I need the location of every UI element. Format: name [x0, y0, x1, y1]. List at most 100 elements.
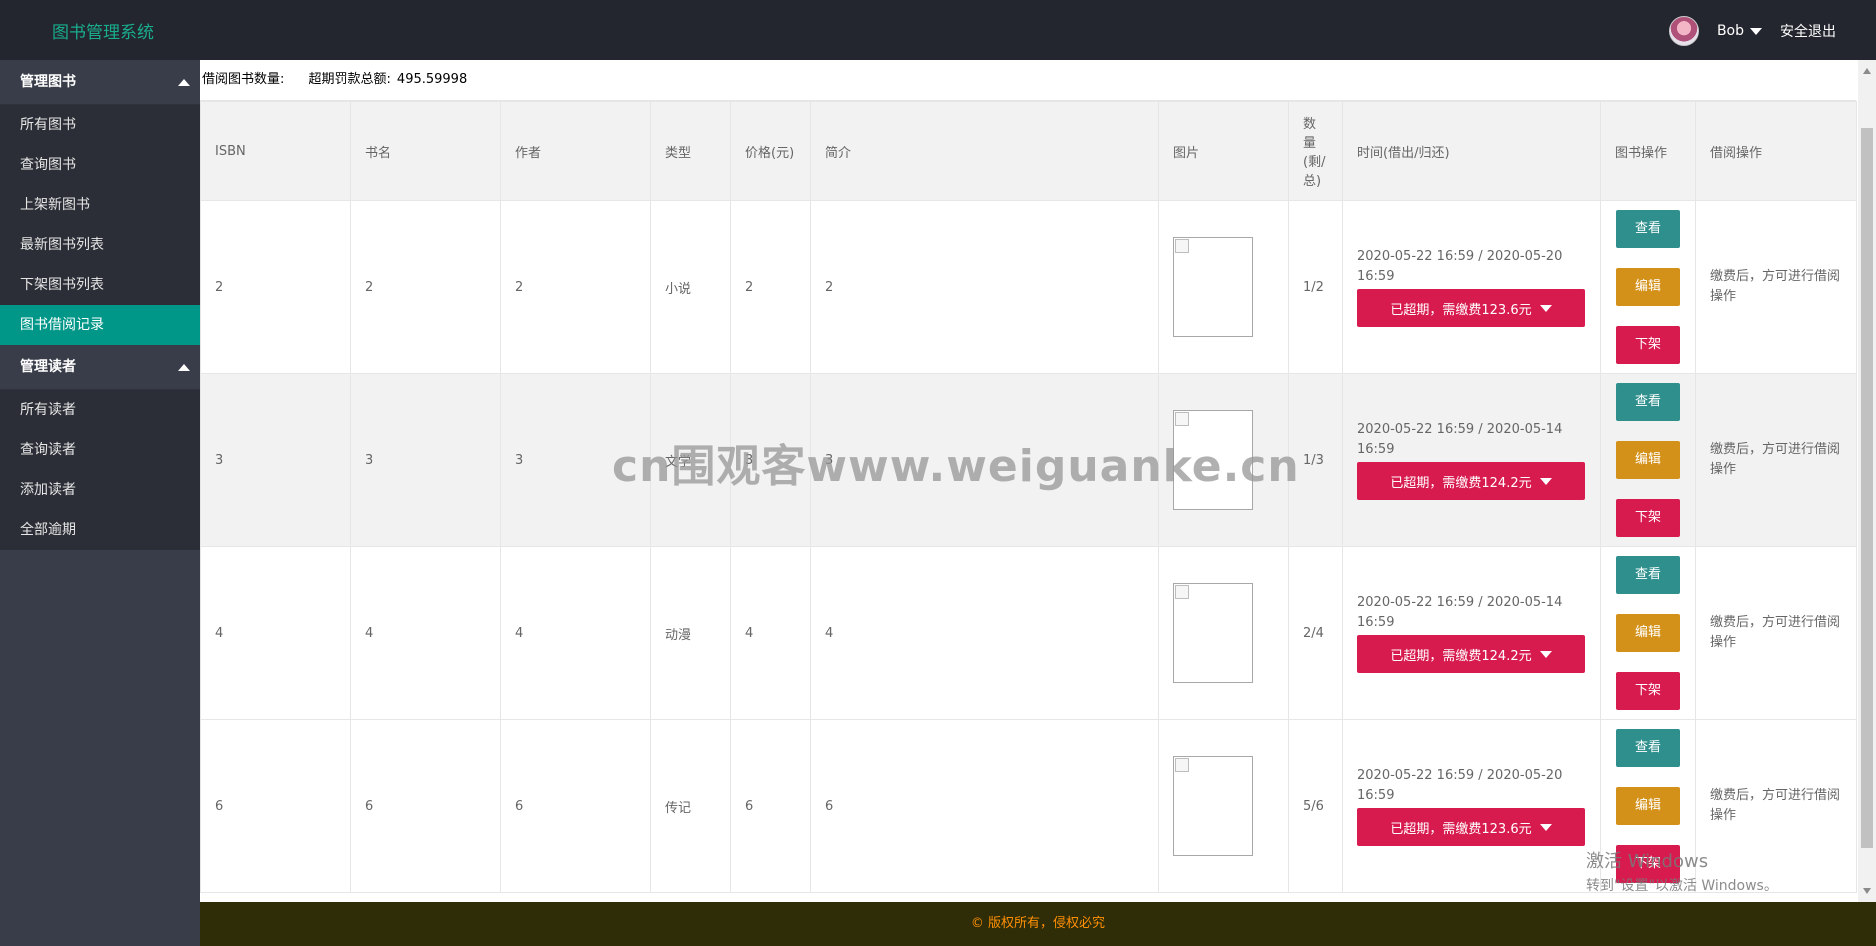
remove-button[interactable]: 下架 — [1616, 672, 1680, 710]
cell-book-ops: 查看 编辑 下架 — [1600, 373, 1696, 547]
sidebar-item-add-reader[interactable]: 添加读者 — [0, 470, 200, 510]
cell-quantity: 5/6 — [1288, 719, 1343, 893]
sidebar-item-latest-books[interactable]: 最新图书列表 — [0, 225, 200, 265]
borrow-return-time: 2020-05-22 16:59 / 2020-05-14 16:59 — [1357, 422, 1563, 457]
avatar[interactable] — [1668, 16, 1699, 46]
overdue-status-button[interactable]: 已超期，需缴费124.2元 — [1357, 462, 1585, 500]
sidebar-item-add-book[interactable]: 上架新图书 — [0, 185, 200, 225]
cell-author: 4 — [500, 546, 651, 720]
edit-button[interactable]: 编辑 — [1616, 441, 1680, 479]
cell-borrow-ops: 缴费后，方可进行借阅操作 — [1695, 546, 1857, 720]
table-row: 2 2 2 小说 2 2 1/2 2020-05-22 16:59 / 2020… — [200, 200, 1857, 374]
logout-link[interactable]: 安全退出 — [1780, 21, 1836, 41]
overdue-status-button[interactable]: 已超期，需缴费124.2元 — [1357, 635, 1585, 673]
view-button[interactable]: 查看 — [1616, 556, 1680, 594]
user-area: Bob 安全退出 — [1668, 16, 1836, 46]
scroll-up-icon[interactable] — [1863, 68, 1871, 74]
fine-total: 超期罚款总额: 495.59998 — [309, 72, 468, 87]
cell-name: 6 — [350, 719, 501, 893]
overdue-status-label: 已超期，需缴费123.6元 — [1390, 821, 1532, 837]
column-header-book-ops: 图书操作 — [1600, 101, 1696, 201]
sidebar-item-all-overdue[interactable]: 全部逾期 — [0, 510, 200, 550]
chevron-down-icon — [1539, 477, 1552, 485]
chevron-down-icon — [1539, 650, 1552, 658]
borrow-return-time: 2020-05-22 16:59 / 2020-05-20 16:59 — [1357, 768, 1563, 803]
cell-name: 2 — [350, 200, 501, 374]
edit-button[interactable]: 编辑 — [1616, 268, 1680, 306]
cell-type: 小说 — [650, 200, 731, 374]
cell-name: 3 — [350, 373, 501, 547]
cell-time: 2020-05-22 16:59 / 2020-05-14 16:59 已超期，… — [1342, 373, 1601, 547]
remove-button[interactable]: 下架 — [1616, 326, 1680, 364]
cell-borrow-ops: 缴费后，方可进行借阅操作 — [1695, 200, 1857, 374]
borrow-note: 缴费后，方可进行借阅操作 — [1710, 615, 1841, 650]
app-title[interactable]: 图书管理系统 — [52, 18, 154, 43]
cell-name: 4 — [350, 546, 501, 720]
borrow-records-table: ISBN 书名 作者 类型 价格(元) 简介 图片 数量(剩/总) 时间(借出/… — [200, 101, 1857, 893]
nav-group-manage-books[interactable]: 管理图书 — [0, 60, 200, 105]
cell-quantity: 1/2 — [1288, 200, 1343, 374]
view-button[interactable]: 查看 — [1616, 729, 1680, 767]
borrow-note: 缴费后，方可进行借阅操作 — [1710, 788, 1841, 823]
sidebar-item-all-books[interactable]: 所有图书 — [0, 105, 200, 145]
cell-author: 2 — [500, 200, 651, 374]
cell-book-ops: 查看 编辑 下架 — [1600, 200, 1696, 374]
cell-type: 传记 — [650, 719, 731, 893]
cell-isbn: 2 — [200, 200, 351, 374]
sidebar-item-search-readers[interactable]: 查询读者 — [0, 430, 200, 470]
scrollbar-thumb[interactable] — [1861, 128, 1873, 848]
cell-book-ops: 查看 编辑 下架 — [1600, 546, 1696, 720]
nav-group-title: 管理读者 — [20, 359, 76, 375]
watermark: cn围观客www.weiguanke.cn — [612, 441, 1300, 492]
column-header-isbn: ISBN — [200, 101, 351, 201]
view-button[interactable]: 查看 — [1616, 383, 1680, 421]
sidebar-item-borrow-records[interactable]: 图书借阅记录 — [0, 305, 200, 345]
column-header-type: 类型 — [650, 101, 731, 201]
cell-isbn: 3 — [200, 373, 351, 547]
overdue-status-label: 已超期，需缴费124.2元 — [1390, 475, 1532, 491]
overdue-status-button[interactable]: 已超期，需缴费123.6元 — [1357, 289, 1585, 327]
overdue-status-label: 已超期，需缴费123.6元 — [1390, 302, 1532, 318]
scroll-down-icon[interactable] — [1863, 888, 1871, 894]
overdue-status-button[interactable]: 已超期，需缴费123.6元 — [1357, 808, 1585, 846]
chevron-down-icon — [1539, 823, 1552, 831]
borrow-return-time: 2020-05-22 16:59 / 2020-05-14 16:59 — [1357, 595, 1563, 630]
book-ops: 查看 编辑 下架 — [1615, 556, 1681, 710]
overdue-status-label: 已超期，需缴费124.2元 — [1390, 648, 1532, 664]
sidebar-item-all-readers[interactable]: 所有读者 — [0, 390, 200, 430]
user-menu[interactable]: Bob — [1717, 23, 1762, 39]
nav-list-readers: 所有读者 查询读者 添加读者 全部逾期 — [0, 390, 200, 550]
cell-price: 2 — [730, 200, 811, 374]
column-header-name: 书名 — [350, 101, 501, 201]
remove-button[interactable]: 下架 — [1616, 499, 1680, 537]
edit-button[interactable]: 编辑 — [1616, 614, 1680, 652]
nav-group-title: 管理图书 — [20, 74, 76, 90]
cell-time: 2020-05-22 16:59 / 2020-05-20 16:59 已超期，… — [1342, 719, 1601, 893]
table-row: 4 4 4 动漫 4 4 2/4 2020-05-22 16:59 / 2020… — [200, 546, 1857, 720]
column-header-borrow-ops: 借阅操作 — [1695, 101, 1857, 201]
book-ops: 查看 编辑 下架 — [1615, 210, 1681, 364]
cell-type: 动漫 — [650, 546, 731, 720]
column-header-time: 时间(借出/归还) — [1342, 101, 1601, 201]
cell-time: 2020-05-22 16:59 / 2020-05-20 16:59 已超期，… — [1342, 200, 1601, 374]
vertical-scrollbar[interactable] — [1858, 60, 1876, 902]
nav-group-manage-readers[interactable]: 管理读者 — [0, 345, 200, 390]
broken-image-icon — [1173, 583, 1253, 683]
sidebar-item-search-books[interactable]: 查询图书 — [0, 145, 200, 185]
windows-activation-sub: 转到"设置"以激活 Windows。 — [1586, 878, 1778, 894]
column-header-author: 作者 — [500, 101, 651, 201]
borrow-note: 缴费后，方可进行借阅操作 — [1710, 269, 1841, 304]
cell-author: 6 — [500, 719, 651, 893]
edit-button[interactable]: 编辑 — [1616, 787, 1680, 825]
cell-time: 2020-05-22 16:59 / 2020-05-14 16:59 已超期，… — [1342, 546, 1601, 720]
borrow-count-label: 借阅图书数量: — [202, 72, 285, 87]
sidebar-item-removed-books[interactable]: 下架图书列表 — [0, 265, 200, 305]
borrow-return-time: 2020-05-22 16:59 / 2020-05-20 16:59 — [1357, 249, 1563, 284]
table-header-row: ISBN 书名 作者 类型 价格(元) 简介 图片 数量(剩/总) 时间(借出/… — [200, 101, 1857, 201]
cell-intro: 6 — [810, 719, 1159, 893]
nav-list-books: 所有图书 查询图书 上架新图书 最新图书列表 下架图书列表 图书借阅记录 — [0, 105, 200, 345]
cell-price: 4 — [730, 546, 811, 720]
broken-image-icon — [1173, 237, 1253, 337]
view-button[interactable]: 查看 — [1616, 210, 1680, 248]
column-header-image: 图片 — [1158, 101, 1289, 201]
